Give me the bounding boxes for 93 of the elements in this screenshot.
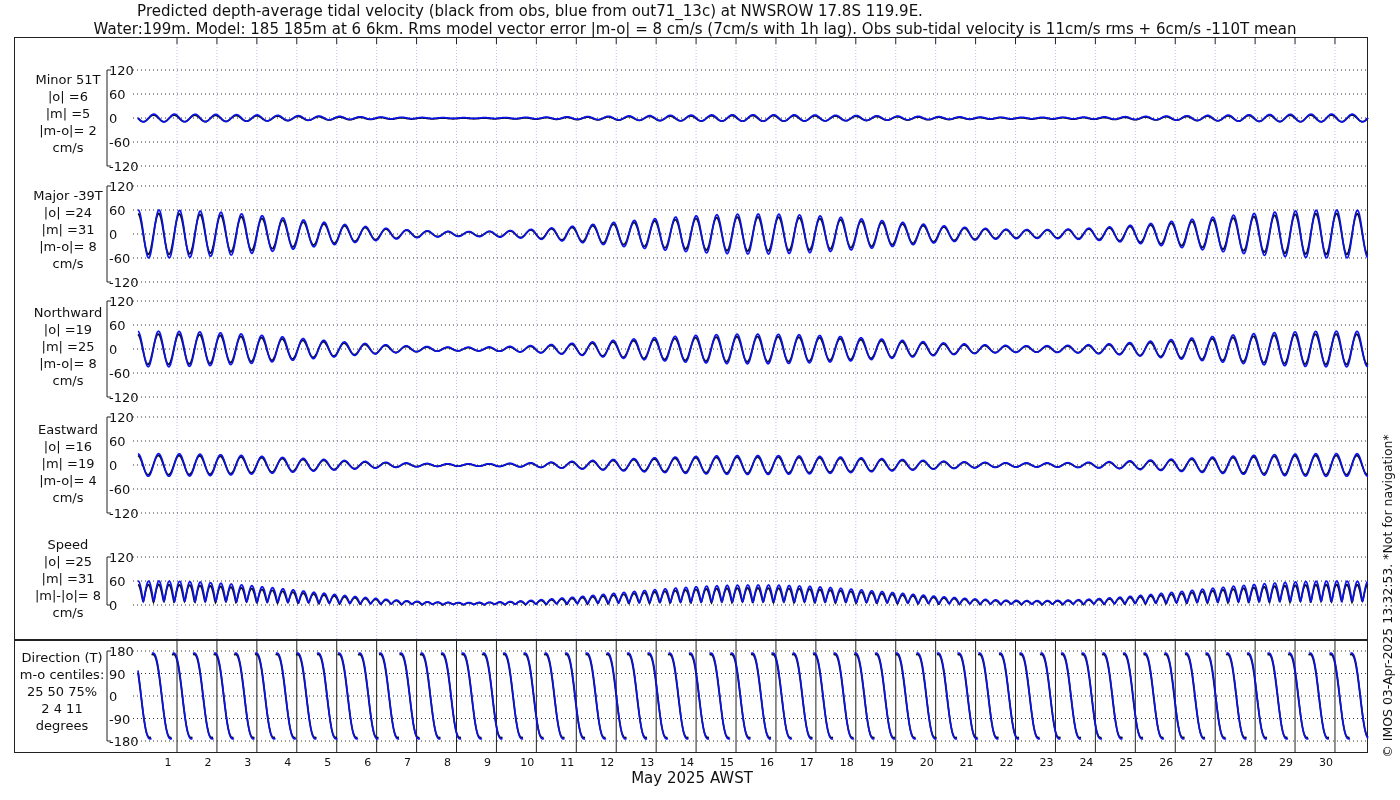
chart-title: Predicted depth-average tidal velocity (black from obs, blue from out71_13c) at NWSROW 17.8S 119.9E. — [137, 2, 923, 20]
panel-label: Eastward — [38, 422, 98, 437]
x-tick-label: 11 — [560, 756, 575, 769]
y-tick-label: 0 — [109, 458, 118, 473]
panel-label: |o| =19 — [43, 322, 93, 337]
panel-label: Direction (T) — [21, 650, 103, 665]
y-tick-label: 120 — [109, 294, 134, 309]
panel-label: cm/s — [52, 140, 84, 155]
panel-label: |m-o|= 8 — [39, 356, 97, 371]
x-tick-label: 3 — [244, 756, 252, 769]
y-tick-label: 60 — [109, 203, 126, 218]
y-tick-label: -60 — [109, 135, 131, 150]
y-tick-label: -90 — [109, 711, 131, 727]
y-tick-label: 0 — [109, 342, 118, 357]
panel-label: |o| =6 — [48, 89, 88, 104]
x-tick-label: 5 — [324, 756, 332, 769]
x-tick-label: 16 — [759, 756, 774, 769]
y-tick-label: -120 — [109, 506, 139, 521]
panel-label: cm/s — [52, 373, 84, 388]
x-tick-label: 27 — [1199, 756, 1214, 769]
y-tick-label: 0 — [109, 689, 118, 704]
credit-note: © IMOS 03-Apr-2025 13:32:53. *Not for navigation* — [1380, 434, 1395, 758]
panel-label: |m| =19 — [41, 456, 95, 471]
x-axis-title: May 2025 AWST — [631, 769, 753, 787]
x-tick-label: 24 — [1079, 756, 1094, 769]
panel-label: |o| =16 — [43, 439, 93, 454]
y-tick-label: -60 — [109, 482, 131, 497]
y-tick-label: 120 — [109, 63, 134, 78]
x-tick-label: 30 — [1318, 756, 1333, 769]
chart-title: Water:199m. Model: 185 185m at 6 6km. Rms model vector error |m-o| = 8 cm/s (7cm/s with 1h lag). Obs sub-tidal velocity is 11cm/s rms + 6cm/s -110T mean — [93, 20, 1297, 38]
x-tick-label: 20 — [919, 756, 934, 769]
x-tick-label: 2 — [204, 756, 212, 769]
y-tick-label: -120 — [109, 275, 139, 290]
y-tick-label: 0 — [109, 227, 118, 242]
panel-label: Major -39T — [33, 188, 103, 203]
panel-label: |m| =31 — [41, 571, 95, 586]
x-tick-label: 14 — [680, 756, 695, 769]
y-tick-label: 0 — [109, 598, 118, 613]
panel-label: |m| =5 — [45, 106, 91, 121]
panel-label: 25 50 75% — [26, 684, 98, 699]
y-tick-label: 120 — [109, 550, 134, 565]
panel-label: |m| =31 — [41, 222, 95, 237]
panel-label: |m-o|= 2 — [39, 123, 97, 138]
x-tick-label: 19 — [879, 756, 894, 769]
y-tick-label: -120 — [109, 390, 139, 405]
panel-label: m-o centiles: — [19, 667, 105, 682]
panel-label: cm/s — [52, 256, 84, 271]
y-tick-label: -120 — [109, 159, 139, 174]
panel-label: |m| =25 — [41, 339, 95, 354]
x-tick-label: 29 — [1279, 756, 1294, 769]
x-tick-label: 26 — [1159, 756, 1174, 769]
x-tick-label: 4 — [284, 756, 292, 769]
y-tick-label: -180 — [109, 734, 139, 749]
y-axis-line — [106, 556, 112, 606]
panel-label: |o| =25 — [43, 554, 93, 569]
x-tick-label: 22 — [999, 756, 1014, 769]
x-tick-label: 10 — [520, 756, 535, 769]
y-tick-label: 60 — [109, 434, 126, 449]
x-tick-label: 7 — [404, 756, 412, 769]
y-tick-label: 60 — [109, 318, 126, 333]
x-tick-label: 9 — [483, 756, 491, 769]
x-tick-label: 21 — [959, 756, 974, 769]
panel-label: |o| =24 — [43, 205, 93, 220]
panel-label: Speed — [47, 537, 89, 552]
y-tick-label: -60 — [109, 366, 131, 381]
y-tick-label: 60 — [109, 87, 126, 102]
x-tick-label: 8 — [444, 756, 451, 769]
x-tick-label: 12 — [600, 756, 615, 769]
panel-label: |m|-|o|= 8 — [34, 588, 102, 603]
y-tick-label: 0 — [109, 111, 118, 126]
panel-label: degrees — [35, 718, 89, 733]
x-tick-label: 17 — [799, 756, 814, 769]
y-tick-label: 120 — [109, 410, 134, 425]
x-tick-label: 13 — [640, 756, 655, 769]
y-tick-label: -60 — [109, 251, 131, 266]
panel-label: |m-o|= 4 — [39, 473, 97, 488]
x-tick-label: 28 — [1239, 756, 1254, 769]
x-tick-label: 23 — [1039, 756, 1054, 769]
x-tick-label: 18 — [839, 756, 854, 769]
panel-label: |m-o|= 8 — [39, 239, 97, 254]
y-tick-label: 60 — [109, 574, 126, 589]
x-tick-label: 15 — [720, 756, 734, 769]
panel-label: 2 4 11 — [41, 701, 83, 716]
y-tick-label: 90 — [109, 666, 126, 682]
panel-label: Minor 51T — [35, 72, 101, 87]
panel-label: cm/s — [52, 605, 84, 620]
x-tick-label: 25 — [1119, 756, 1134, 769]
y-tick-label: 180 — [109, 644, 134, 659]
x-tick-label: 1 — [164, 756, 172, 769]
panel-label: Northward — [33, 305, 103, 320]
panel-label: cm/s — [52, 490, 84, 505]
y-tick-label: 120 — [109, 179, 134, 194]
x-tick-label: 6 — [364, 756, 372, 769]
